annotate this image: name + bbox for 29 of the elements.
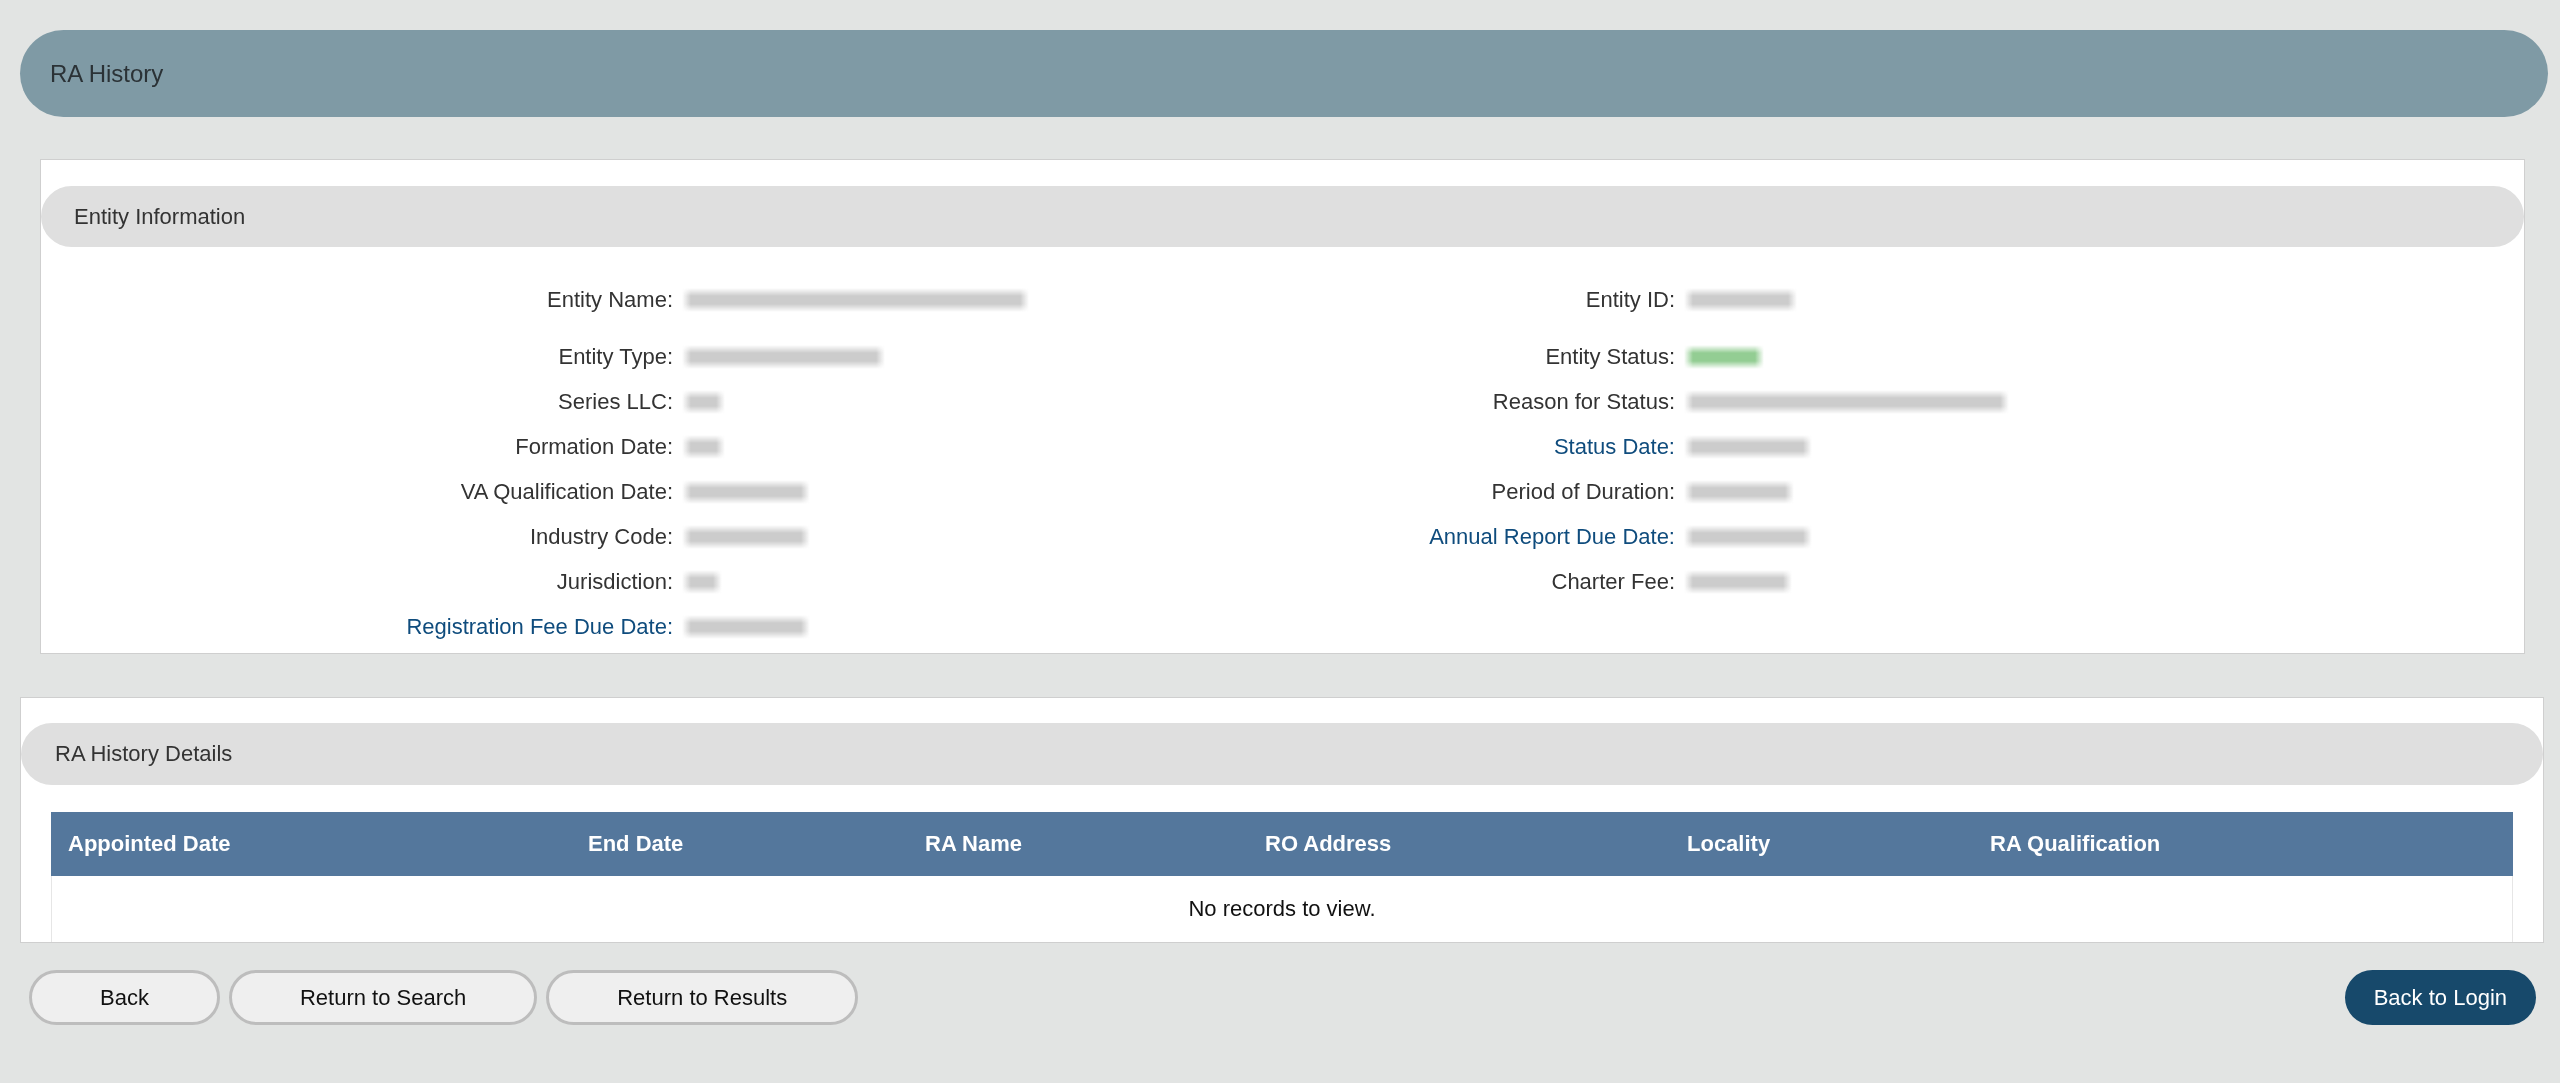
- field-label: Entity Name:: [546, 286, 673, 313]
- field-label: Entity Status:: [1544, 343, 1675, 370]
- column-header: End Date: [587, 831, 685, 857]
- field-label: Formation Date:: [514, 433, 673, 460]
- nav-button[interactable]: Return to Results: [546, 970, 859, 1025]
- nav-button[interactable]: Back: [29, 970, 220, 1025]
- field-label: Period of Duration:: [1490, 478, 1675, 505]
- field-label: Jurisdiction:: [555, 568, 673, 595]
- field-label: Entity ID:: [1584, 286, 1675, 313]
- field-link[interactable]: Registration Fee Due Date:: [41, 613, 673, 640]
- column-header: RO Address: [1264, 831, 1393, 857]
- column-header: RA Qualification: [1989, 831, 2162, 857]
- field-label: Charter Fee:: [1550, 568, 1675, 595]
- column-header: RA Name: [924, 831, 1023, 857]
- page-title-bar: RA History: [20, 30, 2548, 117]
- field-link[interactable]: Status Date:: [1283, 433, 1675, 460]
- login-button[interactable]: Back to Login: [2344, 970, 2536, 1025]
- field-label: VA Qualification Date:: [459, 478, 673, 505]
- section-header: RA History Details: [21, 723, 2543, 785]
- section-header: Entity Information: [41, 186, 2524, 247]
- column-header: Locality: [1686, 831, 1772, 857]
- field-label: Entity Type:: [557, 343, 673, 370]
- column-header: Appointed Date: [67, 831, 232, 857]
- field-link[interactable]: Annual Report Due Date:: [1283, 523, 1675, 550]
- field-label: Series LLC:: [557, 388, 673, 415]
- nav-button[interactable]: Return to Search: [228, 970, 538, 1025]
- empty-table-message: No records to view.: [51, 876, 2513, 942]
- field-label: Reason for Status:: [1491, 388, 1675, 415]
- field-label: Industry Code:: [528, 523, 673, 550]
